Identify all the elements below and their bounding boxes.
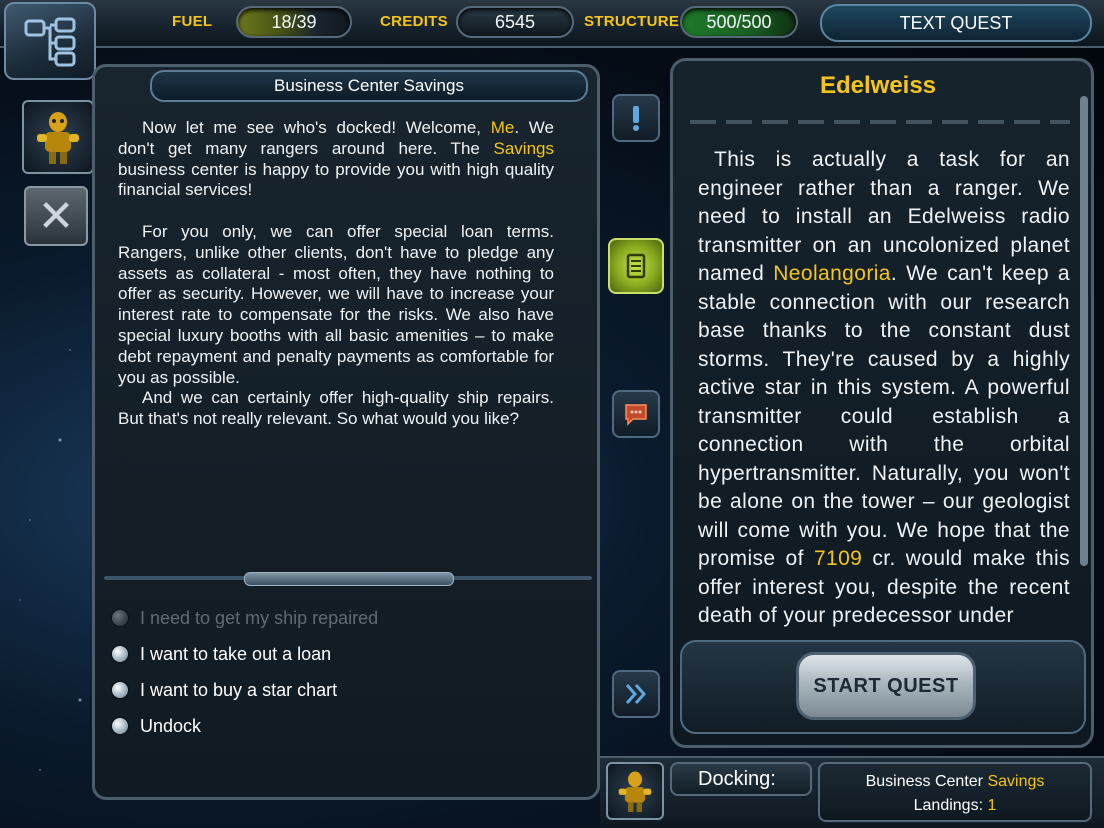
start-quest-button[interactable]: START QUEST xyxy=(796,652,976,720)
reward-amount: 7109 xyxy=(813,547,863,570)
close-button[interactable]: ✕ xyxy=(24,186,88,246)
quest-description[interactable]: This is actually a task for an engineer … xyxy=(698,146,1070,630)
ranger-portrait-icon xyxy=(618,771,652,812)
dialog-title: Business Center Savings xyxy=(150,70,588,102)
option-repair-ship: I need to get my ship repaired xyxy=(112,600,582,636)
quest-title: Edelweiss xyxy=(819,72,937,99)
docking-info: Business Center Savings Landings: 1 xyxy=(818,762,1092,822)
network-map-icon xyxy=(24,17,76,67)
chat-bubble-icon xyxy=(625,404,647,426)
option-bullet-icon xyxy=(112,610,128,626)
center-name: Savings xyxy=(493,138,554,158)
panel-divider[interactable] xyxy=(104,572,592,586)
landings-count: Landings: 1 xyxy=(913,797,997,814)
player-name: Me xyxy=(490,118,515,137)
tab-text-quest[interactable]: TEXT QUEST xyxy=(820,4,1092,42)
structure-label: STRUCTURE xyxy=(584,13,680,30)
structure-value: 500/500 xyxy=(680,6,798,38)
credits-label: CREDITS xyxy=(380,13,448,30)
planet-name: Neolangoria xyxy=(773,262,891,285)
dialog-options: I need to get my ship repaired I want to… xyxy=(112,600,582,744)
ranger-portrait-icon xyxy=(37,112,79,164)
quest-log-button[interactable] xyxy=(608,238,664,294)
player-mini-avatar xyxy=(606,762,664,820)
alert-button[interactable] xyxy=(612,94,660,142)
credits-value: 6545 xyxy=(456,6,574,38)
quest-text: This is actually a task for an engineer … xyxy=(698,148,1070,627)
main-menu-button[interactable] xyxy=(4,2,96,80)
player-avatar[interactable] xyxy=(22,100,94,174)
option-bullet-icon xyxy=(112,718,128,734)
exclamation-icon xyxy=(633,106,639,131)
quest-scrollbar[interactable] xyxy=(1080,96,1088,566)
dialog-paragraph-3: And we can certainly offer high-quality … xyxy=(118,388,554,429)
fuel-value: 18/39 xyxy=(236,6,352,38)
divider-grip[interactable] xyxy=(244,572,454,586)
dialog-paragraph-1: Now let me see who's docked! Welcome, Me… xyxy=(118,118,554,200)
option-bullet-icon xyxy=(112,682,128,698)
double-chevron-right-icon xyxy=(625,684,647,704)
dialog-paragraph-2: For you only, we can offer special loan … xyxy=(118,221,554,387)
document-icon xyxy=(626,253,646,279)
fuel-label: FUEL xyxy=(172,13,213,30)
dialog-text: Now let me see who's docked! Welcome, Me… xyxy=(118,118,554,430)
chat-button[interactable] xyxy=(612,390,660,438)
title-separator xyxy=(690,120,1070,124)
option-buy-star-chart[interactable]: I want to buy a star chart xyxy=(112,672,582,708)
docked-location: Business Center Savings xyxy=(865,773,1045,790)
option-take-loan[interactable]: I want to take out a loan xyxy=(112,636,582,672)
next-turn-button[interactable] xyxy=(612,670,660,718)
option-undock[interactable]: Undock xyxy=(112,708,582,744)
close-icon: ✕ xyxy=(37,191,75,241)
option-bullet-icon xyxy=(112,646,128,662)
docking-label: Docking: xyxy=(670,762,812,796)
